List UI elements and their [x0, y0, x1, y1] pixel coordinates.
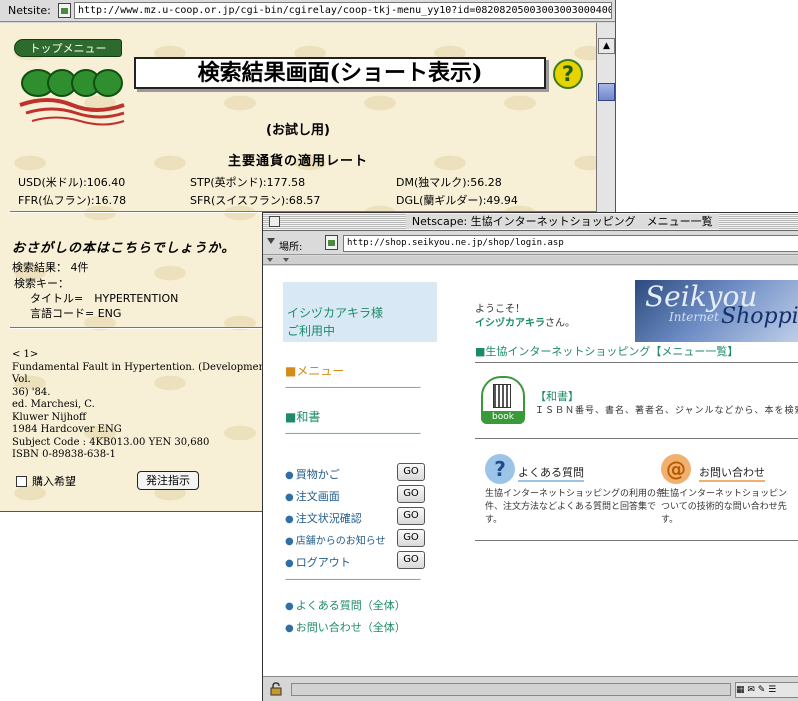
window-title: Netscape: 生協インターネットショッピング メニュー一覧: [405, 214, 719, 229]
divider: [475, 362, 798, 363]
page-proxy-icon[interactable]: [58, 3, 71, 18]
contact-title[interactable]: お問い合わせ: [699, 464, 765, 482]
search-key-label: 検索キー：: [14, 277, 69, 290]
faq-all-link[interactable]: よくある質問（全体）: [285, 597, 406, 613]
user-status: ご利用中: [287, 324, 336, 338]
nav-item-cart[interactable]: 買物かご: [285, 466, 340, 482]
coop-logo: [19, 69, 125, 126]
dashed-divider: ———————————————: [285, 428, 421, 439]
japanese-books-description: ＩＳＢＮ番号、書名、著者名、ジャンルなどから、本を検索: [535, 406, 798, 416]
welcome-suffix: さん。: [545, 318, 575, 329]
status-bar: ▦ ✉ ✎ ☰: [263, 678, 798, 701]
banner-word-internet: Internet: [669, 310, 719, 324]
title-key: タイトル= HYPERTENTION: [30, 292, 179, 305]
nav-item-order-status[interactable]: 注文状況確認: [285, 510, 362, 526]
rate-sfr: SFR(スイスフラン):68.57: [190, 194, 321, 207]
user-name: イシヅカアキラ様: [287, 306, 384, 320]
trial-label: (お試し用): [266, 123, 330, 138]
contact-description-line: 生協インターネットショッピン: [661, 489, 788, 499]
order-button[interactable]: 発注指示: [137, 471, 199, 490]
toolbar-toggle-icon[interactable]: [267, 238, 275, 244]
collapsed-toolbar-strip[interactable]: [263, 256, 798, 265]
go-button-order[interactable]: GO: [397, 485, 425, 503]
welcome-name: イシヅカアキラ: [475, 318, 545, 329]
purchase-label: 購入希望: [32, 475, 76, 488]
menu-heading: ■メニュー: [285, 364, 345, 378]
book-spines-icon: [493, 384, 511, 408]
location-bar: Netsite: http://www.mz.u-coop.or.jp/cgi-…: [0, 0, 615, 22]
toolbar-toggle-icon[interactable]: [283, 258, 289, 262]
top-menu-button[interactable]: トップメニュー: [14, 39, 122, 57]
url-field[interactable]: http://shop.seikyou.ne.jp/shop/login.asp: [343, 235, 798, 252]
rate-dgl: DGL(蘭ギルダー):49.94: [396, 194, 518, 207]
rate-stp: STP(英ポンド):177.58: [190, 176, 306, 189]
scroll-up-arrow-icon[interactable]: ▲: [598, 38, 615, 54]
go-button-logout[interactable]: GO: [397, 551, 425, 569]
faq-description: 生協インターネットショッピングの利用の条件、注文方法などよくある質問と回答集です…: [485, 489, 666, 525]
contact-description-line: す。: [661, 515, 679, 525]
banner-word-shopping: Shoppi: [721, 304, 798, 329]
close-box-icon[interactable]: [269, 216, 280, 227]
go-button-cart[interactable]: GO: [397, 463, 425, 481]
go-button-order-status[interactable]: GO: [397, 507, 425, 525]
page-heading: ■生協インターネットショッピング【メニュー一覧】: [475, 345, 739, 358]
rate-ffr: FFR(仏フラン):16.78: [18, 194, 127, 207]
japanese-books-link[interactable]: ■和書: [285, 408, 320, 425]
language-key: 言語コード= ENG: [30, 307, 122, 320]
status-message: [291, 683, 731, 696]
nav-item-logout[interactable]: ログアウト: [285, 554, 351, 570]
scroll-thumb[interactable]: [598, 83, 615, 101]
japanese-books-title[interactable]: 【和書】: [535, 388, 579, 404]
nav-item-store-notices[interactable]: 店舗からのお知らせ: [285, 532, 386, 547]
shopping-menu-window: Netscape: 生協インターネットショッピング メニュー一覧 場所: htt…: [262, 212, 798, 701]
dashed-divider: ———————————————: [285, 382, 421, 393]
contact-description-line: ついての技術的な問い合わせ先: [661, 502, 787, 512]
component-bar-icons[interactable]: ▦ ✉ ✎ ☰: [735, 682, 798, 698]
rate-dm: DM(独マルク):56.28: [396, 176, 502, 189]
menu-page: イシヅカアキラ様 ご利用中 ■メニュー ——————————————— ■和書 …: [263, 266, 798, 677]
purchase-checkbox[interactable]: [16, 476, 27, 487]
welcome-name-line: イシヅカアキラさん。: [475, 314, 575, 329]
divider: [475, 540, 798, 541]
rate-usd: USD(米ドル):106.40: [18, 176, 126, 189]
at-sign-icon[interactable]: @: [661, 454, 691, 484]
toolbar-toggle-icon[interactable]: [267, 258, 273, 262]
dashed-divider: ———————————————: [285, 574, 421, 585]
location-bar: 場所: http://shop.seikyou.ne.jp/shop/login…: [263, 232, 798, 255]
nav-item-order[interactable]: 注文画面: [285, 488, 340, 504]
contact-description: 生協インターネットショッピン ついての技術的な問い合わせ先 す。: [661, 488, 798, 527]
location-label: 場所:: [279, 242, 303, 253]
user-info-box: イシヅカアキラ様 ご利用中: [283, 282, 437, 342]
go-button-store-notices[interactable]: GO: [397, 529, 425, 547]
help-icon[interactable]: ?: [553, 59, 583, 89]
rate-title: 主要通貨の適用レート: [227, 154, 368, 169]
search-heading: おさがしの本はこちらでしょうか。: [12, 241, 236, 256]
location-label: Netsite:: [8, 4, 51, 17]
faq-title[interactable]: よくある質問: [518, 464, 584, 482]
seikyou-shopping-banner: Seikyou Internet Shoppi: [635, 280, 798, 342]
security-lock-icon[interactable]: [269, 682, 283, 696]
window-titlebar[interactable]: Netscape: 生協インターネットショッピング メニュー一覧: [263, 213, 798, 231]
result-count: 検索結果： 4件: [12, 261, 89, 274]
book-icon[interactable]: book: [481, 376, 525, 424]
contact-all-link[interactable]: お問い合わせ（全体）: [285, 619, 406, 635]
book-icon-label: book: [481, 411, 525, 424]
page-title: 検索結果画面(ショート表示): [134, 57, 546, 89]
divider: [475, 438, 798, 439]
question-mark-icon[interactable]: ?: [485, 454, 515, 484]
url-field[interactable]: http://www.mz.u-coop.or.jp/cgi-bin/cgire…: [74, 2, 612, 19]
welcome-text: ようこそ！: [475, 304, 525, 315]
page-proxy-icon[interactable]: [325, 235, 338, 250]
